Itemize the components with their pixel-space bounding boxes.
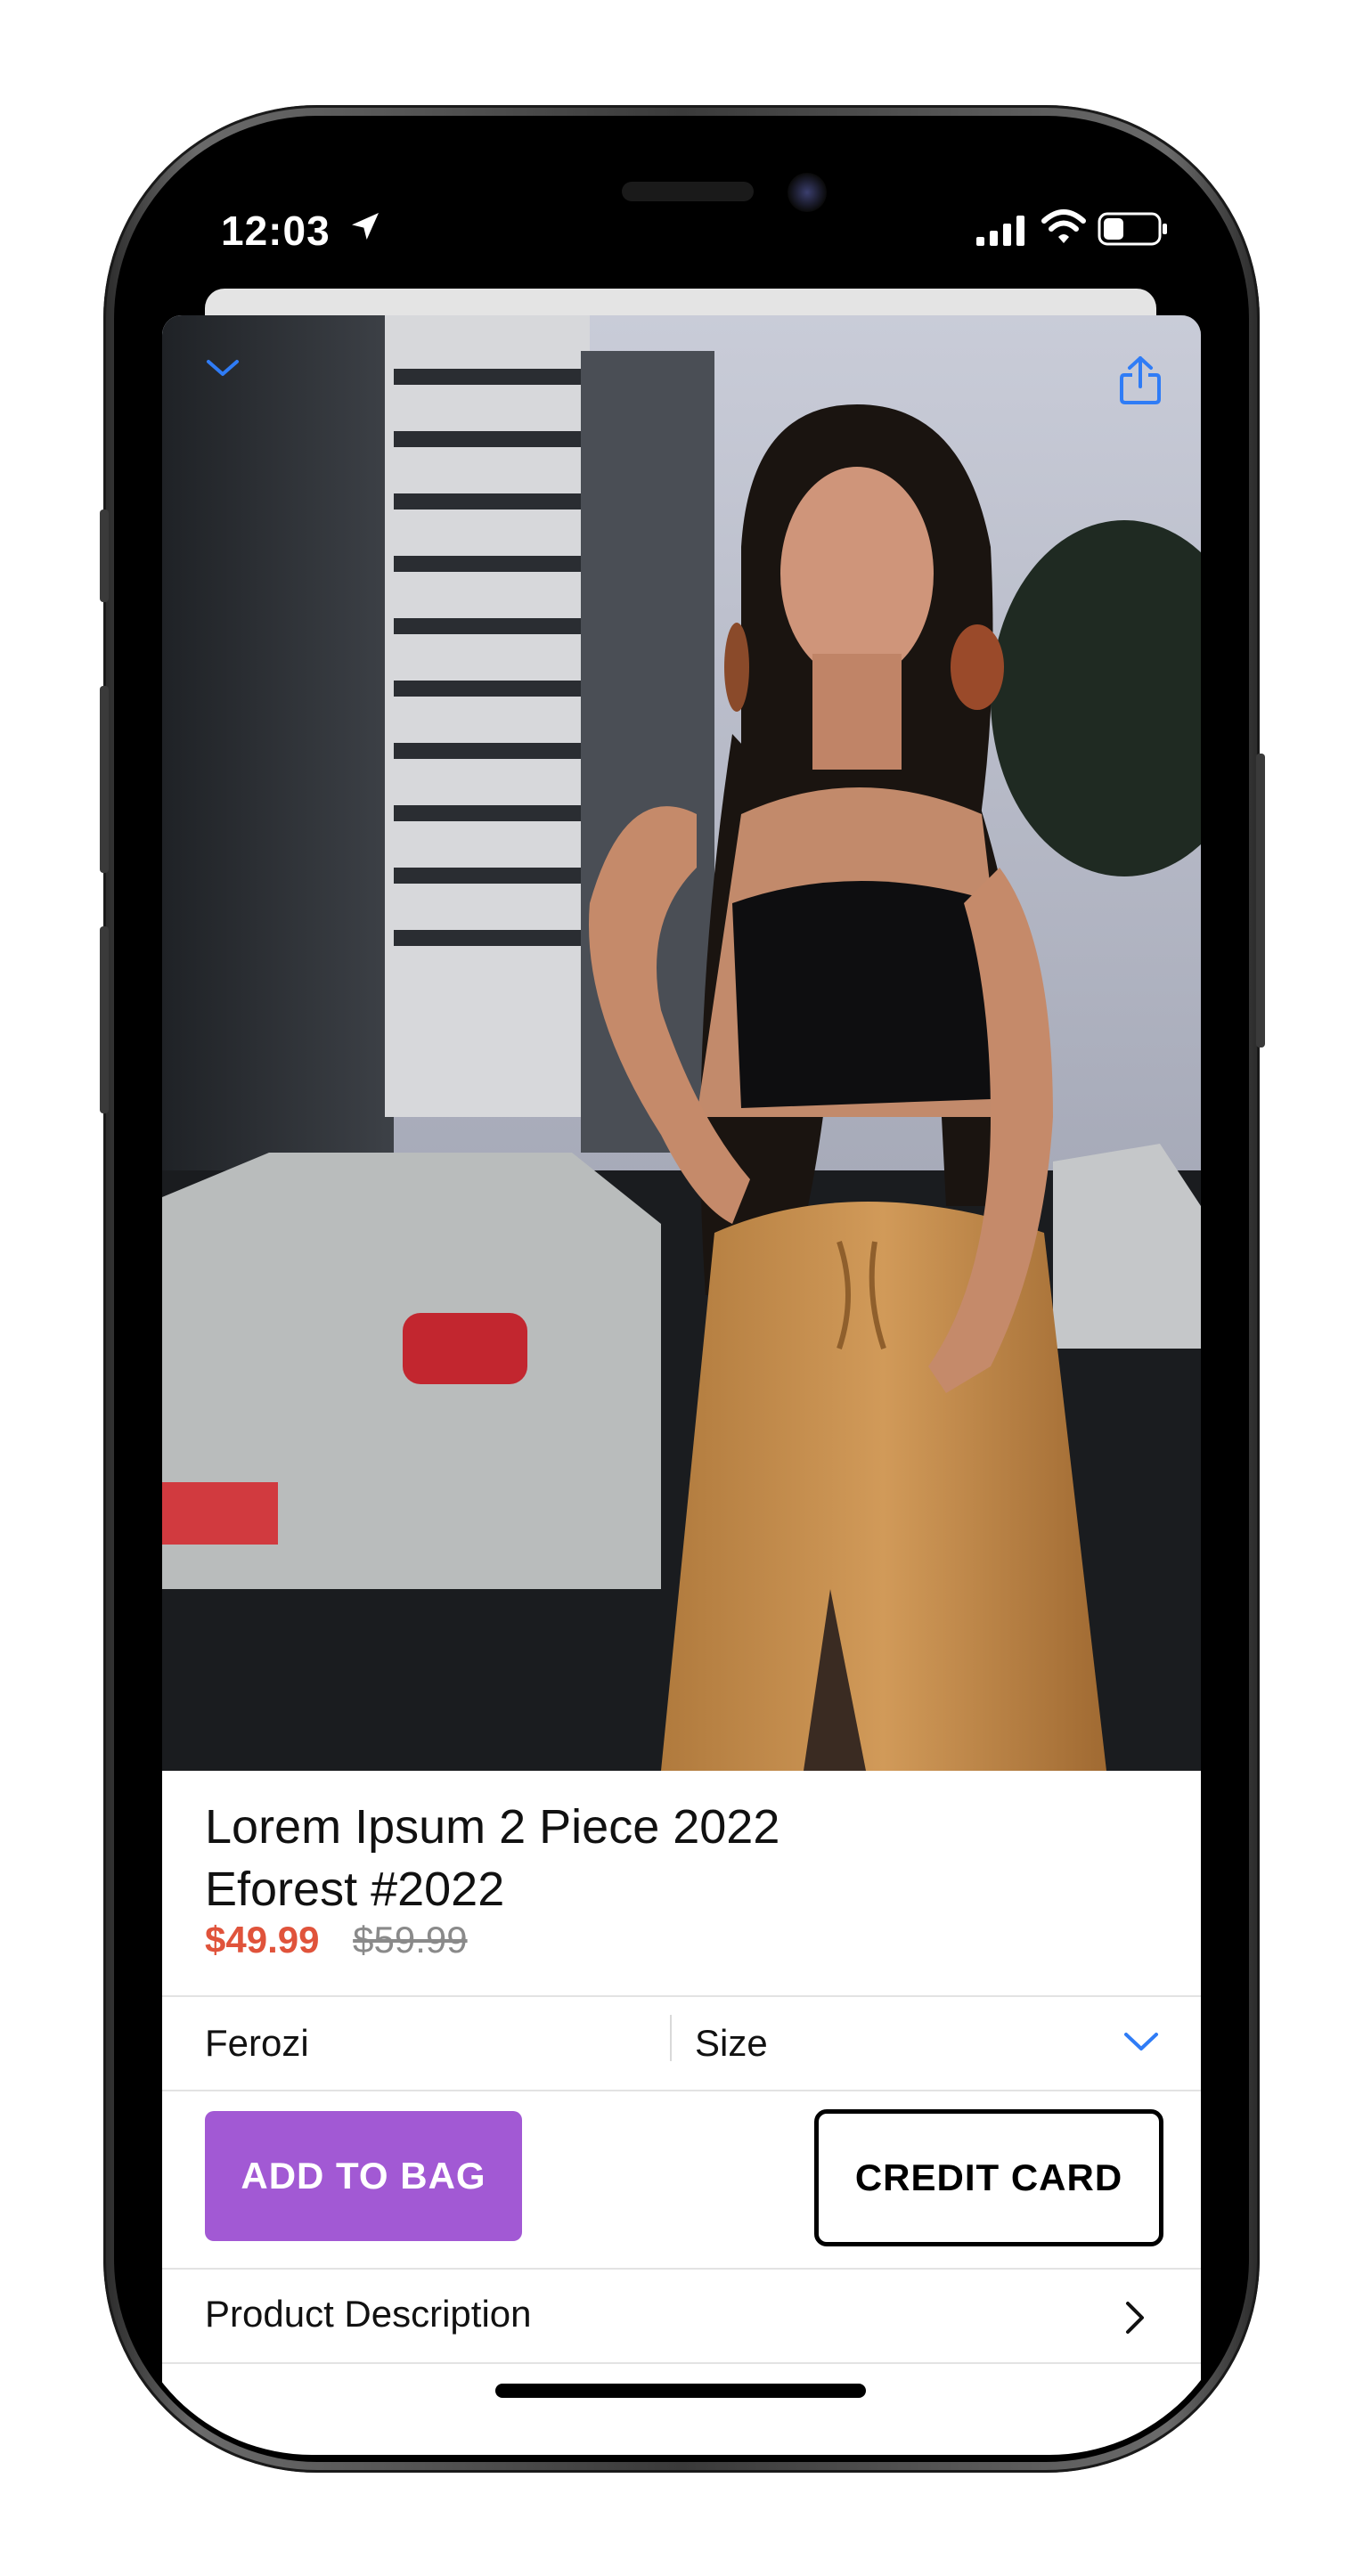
product-description-label: Product Description: [205, 2293, 532, 2335]
add-to-bag-button[interactable]: ADD TO BAG: [205, 2111, 522, 2241]
wifi-icon: [1041, 209, 1086, 243]
size-label: Size: [695, 2022, 768, 2064]
chevron-right-icon: [1126, 2302, 1144, 2334]
volume-up-button: [100, 686, 109, 873]
price-row: $49.99 $59.99: [205, 1919, 468, 1961]
product-title-line-2: Eforest #2022: [205, 1863, 505, 1916]
cellular-signal-icon: [976, 216, 1024, 246]
status-time: 12:03: [221, 208, 331, 254]
battery-icon: [1098, 212, 1167, 246]
chevron-down-icon[interactable]: [203, 355, 242, 381]
product-title-line-1: Lorem Ipsum 2 Piece 2022: [205, 1800, 780, 1854]
chevron-down-icon: [1124, 2033, 1158, 2050]
product-title: Lorem Ipsum 2 Piece 2022 Eforest #2022: [205, 1796, 1096, 1920]
status-bar: 12:03: [121, 123, 1240, 292]
front-camera: [788, 173, 827, 212]
size-select[interactable]: Size: [672, 1997, 1201, 2090]
power-button: [1256, 754, 1265, 1048]
product-photo: [162, 315, 1201, 1771]
location-arrow-icon: [352, 213, 379, 240]
phone-screen: 12:03 Lorem Ipsum 2 Piece 2022 Eforest #…: [121, 123, 1240, 2455]
action-buttons: ADD TO BAG CREDIT CARD: [162, 2091, 1201, 2266]
original-price: $59.99: [353, 1919, 468, 1961]
product-image[interactable]: [162, 315, 1201, 1771]
options-row: Ferozi Size: [162, 1997, 1201, 2090]
sale-price: $49.99: [205, 1919, 320, 1961]
earpiece-speaker: [622, 182, 754, 201]
home-indicator[interactable]: [495, 2384, 866, 2398]
color-option[interactable]: Ferozi: [205, 2022, 309, 2065]
share-icon[interactable]: [1117, 355, 1163, 406]
silent-switch: [100, 509, 109, 602]
product-sheet: Lorem Ipsum 2 Piece 2022 Eforest #2022 $…: [162, 315, 1201, 2455]
product-description-row[interactable]: Product Description: [162, 2270, 1201, 2362]
volume-down-button: [100, 926, 109, 1113]
credit-card-button[interactable]: CREDIT CARD: [814, 2109, 1163, 2246]
divider: [162, 2362, 1201, 2364]
